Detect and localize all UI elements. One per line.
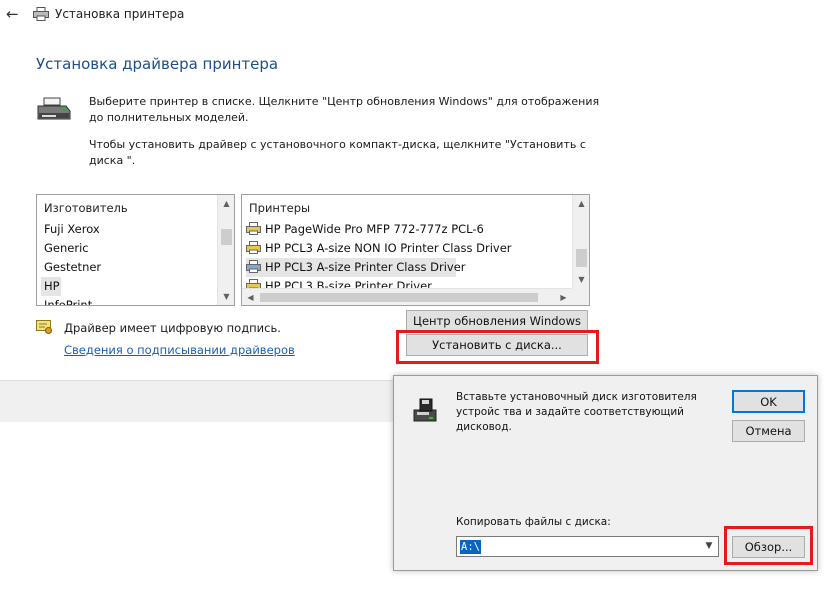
vertical-scrollbar[interactable]: ▲ ▼ [572,195,589,288]
install-from-disk-dialog: Вставьте установочный диск изготовителя … [393,375,818,571]
scroll-up-icon[interactable]: ▲ [573,195,589,212]
printer-icon [36,97,72,121]
back-arrow-icon[interactable]: ← [6,6,22,22]
certificate-icon [36,320,53,335]
page-title: Установка драйвера принтера [36,55,279,73]
list-item[interactable]: Gestetner [41,258,216,277]
horizontal-scrollbar[interactable]: ◀ ▶ [242,288,572,305]
instruction-text: Выберите принтер в списке. Щелкните "Цен… [89,95,600,124]
disk-path-combobox[interactable]: A:\ ▼ [456,536,719,557]
chevron-down-icon[interactable]: ▼ [702,539,716,554]
list-item-label: HP PageWide Pro MFP 772-777z PCL-6 [265,222,484,236]
manufacturer-list[interactable]: Изготовитель Fuji Xerox Generic Gestetne… [36,194,235,306]
scroll-thumb[interactable] [576,249,587,267]
list-item-label: HP PCL3 A-size NON IO Printer Class Driv… [265,241,512,255]
dialog-message: Вставьте установочный диск изготовителя … [456,391,697,433]
scroll-right-icon[interactable]: ▶ [555,289,572,305]
printer-list[interactable]: Принтеры HP PageWide Pro MFP 772-777z PC… [241,194,590,306]
cancel-button[interactable]: Отмена [732,420,805,442]
list-item[interactable]: Generic [41,239,216,258]
printer-list-header: Принтеры [249,201,311,215]
list-item-selected[interactable]: HP [41,277,61,296]
printer-icon [246,260,261,273]
scroll-left-icon[interactable]: ◀ [242,289,259,305]
printer-icon [33,7,49,21]
scroll-up-icon[interactable]: ▲ [218,195,234,212]
list-item-selected[interactable]: HP PCL3 A-size Printer Class Driver [246,258,466,277]
copy-files-label: Копировать файлы с диска: [456,516,611,528]
highlight-frame [724,526,813,565]
manufacturer-list-header: Изготовитель [44,201,128,215]
printer-icon [246,241,261,254]
scroll-down-icon[interactable]: ▼ [573,271,589,288]
window-title: Установка принтера [55,7,185,21]
disk-path-value[interactable]: A:\ [460,540,481,554]
scroll-down-icon[interactable]: ▼ [218,288,234,305]
highlight-frame [396,330,599,364]
ok-button[interactable]: OK [732,390,805,413]
vertical-scrollbar[interactable]: ▲ ▼ [217,195,234,305]
scroll-corner [572,288,589,305]
list-item-label: HP PCL3 A-size Printer Class Driver [265,260,466,274]
driver-signing-link[interactable]: Сведения о подписывании драйверов [64,343,295,357]
list-item[interactable]: HP PCL3 A-size NON IO Printer Class Driv… [246,239,568,258]
windows-update-button[interactable]: Центр обновления Windows [406,310,588,332]
printer-icon [246,222,261,235]
list-item[interactable]: HP PageWide Pro MFP 772-777z PCL-6 [246,220,568,239]
list-item[interactable]: InfoPrint [41,296,216,305]
list-item[interactable]: Fuji Xerox [41,220,216,239]
scroll-thumb[interactable] [260,293,538,302]
signature-status: Драйвер имеет цифровую подпись. [64,321,281,335]
footer-bar [0,380,394,422]
instruction-text-disk: Чтобы установить драйвер с установочного… [89,138,586,167]
scroll-thumb[interactable] [221,229,232,245]
floppy-disk-icon [412,398,438,422]
